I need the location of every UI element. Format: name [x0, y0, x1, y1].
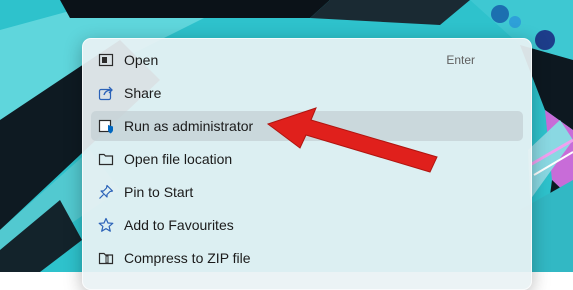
menu-item-share[interactable]: Share: [91, 78, 523, 108]
menu-item-open-file-location[interactable]: Open file location: [91, 144, 523, 174]
menu-item-label: Open file location: [124, 151, 233, 167]
menu-item-label: Compress to ZIP file: [124, 250, 251, 266]
share-icon: [98, 85, 114, 101]
menu-item-open[interactable]: Open Enter: [91, 45, 523, 75]
star-icon: [98, 217, 114, 233]
menu-item-label: Open: [124, 52, 159, 68]
menu-item-add-to-favourites[interactable]: Add to Favourites: [91, 210, 523, 240]
pin-icon: [98, 184, 114, 200]
shortcut-hint: Enter: [446, 53, 475, 67]
zip-folder-icon: [98, 250, 114, 266]
menu-item-pin-to-start[interactable]: Pin to Start: [91, 177, 523, 207]
menu-item-label: Run as administrator: [124, 118, 254, 134]
menu-item-run-as-administrator[interactable]: Run as administrator: [91, 111, 523, 141]
menu-item-compress-to-zip[interactable]: Compress to ZIP file: [91, 243, 523, 273]
context-menu: Open Enter Share Run as administrator Op…: [82, 38, 532, 290]
menu-item-label: Pin to Start: [124, 184, 194, 200]
folder-icon: [98, 151, 114, 167]
menu-item-label: Share: [124, 85, 162, 101]
open-window-icon: [98, 52, 114, 68]
shield-admin-icon: [98, 118, 114, 134]
menu-item-label: Add to Favourites: [124, 217, 234, 233]
